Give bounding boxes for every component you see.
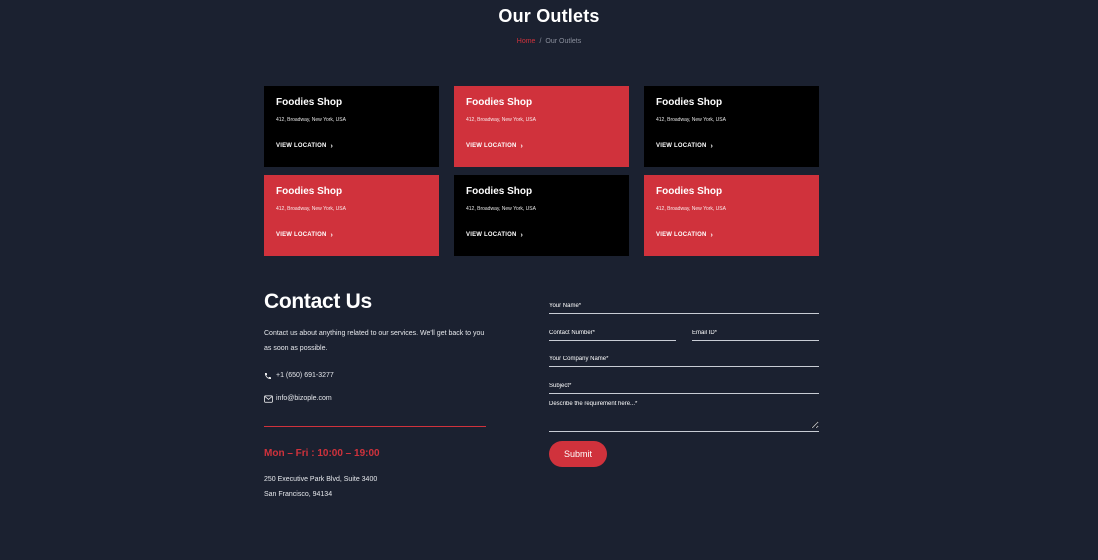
description-field-wrap (549, 401, 819, 432)
subject-input[interactable] (549, 380, 819, 392)
submit-button[interactable]: Submit (549, 441, 607, 467)
view-location-link[interactable]: VIEW LOCATION › (466, 232, 523, 239)
name-field-wrap (549, 294, 819, 314)
contact-number-field-wrap (549, 321, 676, 341)
view-location-link[interactable]: VIEW LOCATION › (656, 143, 713, 150)
outlet-name: Foodies Shop (276, 97, 343, 108)
outlets-grid: Foodies Shop 412, Broadway, New York, US… (264, 86, 819, 256)
outlet-address: 412, Broadway, New York, USA (656, 206, 726, 212)
email-input[interactable] (692, 327, 819, 339)
outlet-card: Foodies Shop 412, Broadway, New York, US… (454, 175, 629, 256)
view-location-link[interactable]: VIEW LOCATION › (466, 143, 523, 150)
view-location-label: VIEW LOCATION (466, 232, 517, 238)
contact-form: Submit (549, 294, 819, 467)
contact-title: Contact Us (264, 290, 372, 313)
contact-info: Contact Us Contact us about anything rel… (264, 290, 486, 502)
view-location-link[interactable]: VIEW LOCATION › (276, 232, 333, 239)
breadcrumb-current: Our Outlets (545, 38, 582, 45)
outlet-card: Foodies Shop 412, Broadway, New York, US… (454, 86, 629, 167)
view-location-link[interactable]: VIEW LOCATION › (656, 232, 713, 239)
outlet-address: 412, Broadway, New York, USA (276, 117, 346, 123)
contact-divider (264, 426, 486, 427)
breadcrumb-separator: / (539, 38, 542, 45)
contact-phone[interactable]: +1 (650) 691-3277 (264, 371, 486, 380)
subject-field-wrap (549, 374, 819, 394)
view-location-label: VIEW LOCATION (656, 232, 707, 238)
phone-icon (264, 371, 273, 380)
email-address: info@bizople.com (276, 395, 332, 402)
address-line-1: 250 Executive Park Blvd, Suite 3400 (264, 476, 378, 483)
chevron-right-icon: › (710, 231, 714, 239)
outlet-card: Foodies Shop 412, Broadway, New York, US… (264, 175, 439, 256)
chevron-right-icon: › (520, 142, 524, 150)
contact-description: Contact us about anything related to our… (264, 330, 485, 352)
phone-number: +1 (650) 691-3277 (276, 372, 334, 379)
chevron-right-icon: › (710, 142, 714, 150)
outlet-name: Foodies Shop (656, 97, 723, 108)
view-location-label: VIEW LOCATION (466, 143, 517, 149)
outlet-address: 412, Broadway, New York, USA (656, 117, 726, 123)
chevron-right-icon: › (330, 142, 334, 150)
outlet-name: Foodies Shop (466, 97, 533, 108)
breadcrumb-home-link[interactable]: Home (517, 38, 536, 45)
outlet-card: Foodies Shop 412, Broadway, New York, US… (644, 175, 819, 256)
name-input[interactable] (549, 300, 819, 312)
chevron-right-icon: › (520, 231, 524, 239)
outlet-name: Foodies Shop (466, 186, 533, 197)
breadcrumb: Home / Our Outlets (0, 38, 1098, 45)
business-hours: Mon – Fri : 10:00 – 19:00 (264, 448, 380, 459)
address-line-2: San Francisco, 94134 (264, 491, 333, 498)
contact-number-input[interactable] (549, 327, 676, 339)
envelope-icon (264, 394, 273, 403)
description-textarea[interactable] (549, 401, 819, 429)
contact-email-row (549, 321, 819, 341)
company-field-wrap (549, 347, 819, 367)
email-field-wrap (692, 321, 819, 341)
view-location-label: VIEW LOCATION (276, 232, 327, 238)
view-location-label: VIEW LOCATION (656, 143, 707, 149)
chevron-right-icon: › (330, 231, 334, 239)
view-location-label: VIEW LOCATION (276, 143, 327, 149)
outlet-card: Foodies Shop 412, Broadway, New York, US… (264, 86, 439, 167)
view-location-link[interactable]: VIEW LOCATION › (276, 143, 333, 150)
company-input[interactable] (549, 353, 819, 365)
outlet-address: 412, Broadway, New York, USA (466, 117, 536, 123)
contact-email[interactable]: info@bizople.com (264, 394, 486, 403)
page-title: Our Outlets (498, 6, 600, 26)
outlet-address: 412, Broadway, New York, USA (276, 206, 346, 212)
outlet-name: Foodies Shop (276, 186, 343, 197)
outlet-name: Foodies Shop (656, 186, 723, 197)
outlet-card: Foodies Shop 412, Broadway, New York, US… (644, 86, 819, 167)
outlet-address: 412, Broadway, New York, USA (466, 206, 536, 212)
